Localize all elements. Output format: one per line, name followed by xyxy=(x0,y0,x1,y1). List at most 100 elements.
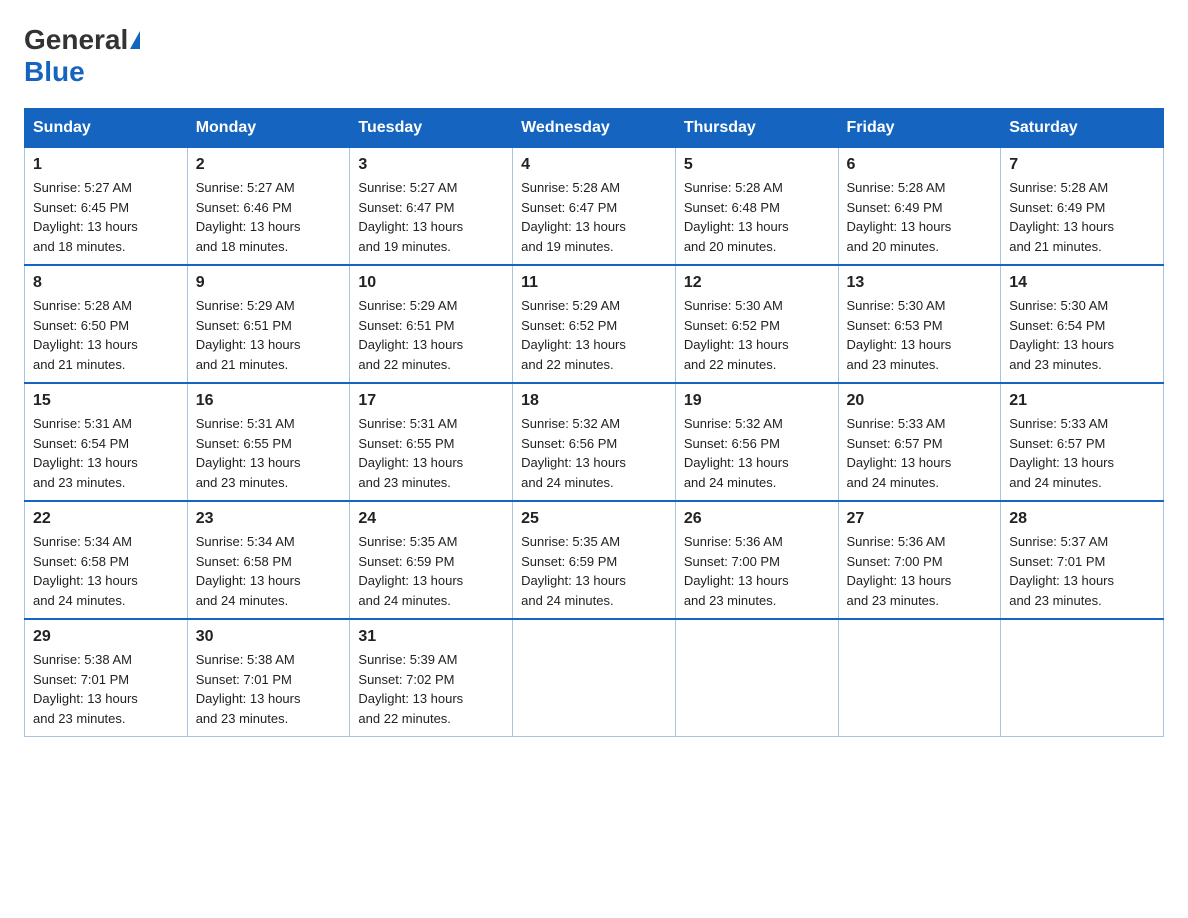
calendar-cell: 15 Sunrise: 5:31 AMSunset: 6:54 PMDayligh… xyxy=(25,383,188,501)
calendar-header-row: SundayMondayTuesdayWednesdayThursdayFrid… xyxy=(25,109,1164,148)
day-info: Sunrise: 5:29 AMSunset: 6:51 PMDaylight:… xyxy=(358,296,504,374)
day-number: 25 xyxy=(521,510,667,528)
calendar-cell: 14 Sunrise: 5:30 AMSunset: 6:54 PMDayligh… xyxy=(1001,265,1164,383)
calendar-cell: 8 Sunrise: 5:28 AMSunset: 6:50 PMDaylight… xyxy=(25,265,188,383)
calendar-cell: 4 Sunrise: 5:28 AMSunset: 6:47 PMDaylight… xyxy=(513,148,676,266)
day-number: 4 xyxy=(521,156,667,174)
day-number: 16 xyxy=(196,392,342,410)
day-number: 10 xyxy=(358,274,504,292)
day-info: Sunrise: 5:30 AMSunset: 6:52 PMDaylight:… xyxy=(684,296,830,374)
calendar-cell xyxy=(675,619,838,737)
day-number: 17 xyxy=(358,392,504,410)
calendar-week-row: 1 Sunrise: 5:27 AMSunset: 6:45 PMDaylight… xyxy=(25,148,1164,266)
day-number: 30 xyxy=(196,628,342,646)
calendar-cell: 11 Sunrise: 5:29 AMSunset: 6:52 PMDayligh… xyxy=(513,265,676,383)
day-number: 6 xyxy=(847,156,993,174)
calendar-cell xyxy=(838,619,1001,737)
day-info: Sunrise: 5:38 AMSunset: 7:01 PMDaylight:… xyxy=(33,650,179,728)
calendar-header-saturday: Saturday xyxy=(1001,109,1164,148)
calendar-cell: 1 Sunrise: 5:27 AMSunset: 6:45 PMDaylight… xyxy=(25,148,188,266)
day-number: 31 xyxy=(358,628,504,646)
day-number: 29 xyxy=(33,628,179,646)
calendar-cell: 22 Sunrise: 5:34 AMSunset: 6:58 PMDayligh… xyxy=(25,501,188,619)
day-info: Sunrise: 5:28 AMSunset: 6:49 PMDaylight:… xyxy=(1009,178,1155,256)
day-number: 8 xyxy=(33,274,179,292)
calendar-week-row: 8 Sunrise: 5:28 AMSunset: 6:50 PMDaylight… xyxy=(25,265,1164,383)
calendar-cell: 3Sunrise: 5:27 AMSunset: 6:47 PMDaylight… xyxy=(350,148,513,266)
day-info: Sunrise: 5:31 AMSunset: 6:54 PMDaylight:… xyxy=(33,414,179,492)
day-number: 23 xyxy=(196,510,342,528)
calendar-cell: 17 Sunrise: 5:31 AMSunset: 6:55 PMDayligh… xyxy=(350,383,513,501)
day-number: 11 xyxy=(521,274,667,292)
calendar-cell: 30 Sunrise: 5:38 AMSunset: 7:01 PMDayligh… xyxy=(187,619,350,737)
logo-blue-text: Blue xyxy=(24,56,85,88)
day-info: Sunrise: 5:28 AMSunset: 6:47 PMDaylight:… xyxy=(521,178,667,256)
day-info: Sunrise: 5:31 AMSunset: 6:55 PMDaylight:… xyxy=(196,414,342,492)
day-info: Sunrise: 5:32 AMSunset: 6:56 PMDaylight:… xyxy=(684,414,830,492)
day-info: Sunrise: 5:32 AMSunset: 6:56 PMDaylight:… xyxy=(521,414,667,492)
day-number: 27 xyxy=(847,510,993,528)
calendar-cell: 13 Sunrise: 5:30 AMSunset: 6:53 PMDayligh… xyxy=(838,265,1001,383)
day-info: Sunrise: 5:27 AMSunset: 6:45 PMDaylight:… xyxy=(33,178,179,256)
day-number: 12 xyxy=(684,274,830,292)
day-number: 14 xyxy=(1009,274,1155,292)
day-info: Sunrise: 5:28 AMSunset: 6:49 PMDaylight:… xyxy=(847,178,993,256)
calendar-cell: 25 Sunrise: 5:35 AMSunset: 6:59 PMDayligh… xyxy=(513,501,676,619)
calendar-week-row: 15 Sunrise: 5:31 AMSunset: 6:54 PMDayligh… xyxy=(25,383,1164,501)
day-number: 21 xyxy=(1009,392,1155,410)
calendar-cell: 23 Sunrise: 5:34 AMSunset: 6:58 PMDayligh… xyxy=(187,501,350,619)
day-number: 15 xyxy=(33,392,179,410)
calendar-cell xyxy=(1001,619,1164,737)
day-info: Sunrise: 5:35 AMSunset: 6:59 PMDaylight:… xyxy=(521,532,667,610)
calendar-cell: 9 Sunrise: 5:29 AMSunset: 6:51 PMDaylight… xyxy=(187,265,350,383)
day-info: Sunrise: 5:31 AMSunset: 6:55 PMDaylight:… xyxy=(358,414,504,492)
calendar-cell: 6 Sunrise: 5:28 AMSunset: 6:49 PMDaylight… xyxy=(838,148,1001,266)
day-info: Sunrise: 5:29 AMSunset: 6:51 PMDaylight:… xyxy=(196,296,342,374)
logo-triangle-icon xyxy=(130,31,140,49)
day-info: Sunrise: 5:30 AMSunset: 6:54 PMDaylight:… xyxy=(1009,296,1155,374)
calendar-cell xyxy=(513,619,676,737)
day-info: Sunrise: 5:29 AMSunset: 6:52 PMDaylight:… xyxy=(521,296,667,374)
day-info: Sunrise: 5:36 AMSunset: 7:00 PMDaylight:… xyxy=(847,532,993,610)
calendar-week-row: 22 Sunrise: 5:34 AMSunset: 6:58 PMDayligh… xyxy=(25,501,1164,619)
day-number: 26 xyxy=(684,510,830,528)
day-number: 22 xyxy=(33,510,179,528)
day-number: 2 xyxy=(196,156,342,174)
calendar-week-row: 29 Sunrise: 5:38 AMSunset: 7:01 PMDayligh… xyxy=(25,619,1164,737)
calendar-header-wednesday: Wednesday xyxy=(513,109,676,148)
calendar-header-tuesday: Tuesday xyxy=(350,109,513,148)
day-number: 24 xyxy=(358,510,504,528)
day-number: 5 xyxy=(684,156,830,174)
day-number: 7 xyxy=(1009,156,1155,174)
calendar-cell: 26Sunrise: 5:36 AMSunset: 7:00 PMDayligh… xyxy=(675,501,838,619)
calendar-cell: 19 Sunrise: 5:32 AMSunset: 6:56 PMDayligh… xyxy=(675,383,838,501)
day-number: 19 xyxy=(684,392,830,410)
calendar-cell: 5 Sunrise: 5:28 AMSunset: 6:48 PMDaylight… xyxy=(675,148,838,266)
day-number: 18 xyxy=(521,392,667,410)
page-header: General Blue xyxy=(24,24,1164,88)
day-number: 9 xyxy=(196,274,342,292)
day-info: Sunrise: 5:27 AMSunset: 6:47 PMDaylight:… xyxy=(358,178,504,256)
day-info: Sunrise: 5:35 AMSunset: 6:59 PMDaylight:… xyxy=(358,532,504,610)
day-info: Sunrise: 5:34 AMSunset: 6:58 PMDaylight:… xyxy=(33,532,179,610)
logo-general-text: General xyxy=(24,24,128,56)
day-info: Sunrise: 5:34 AMSunset: 6:58 PMDaylight:… xyxy=(196,532,342,610)
day-info: Sunrise: 5:28 AMSunset: 6:48 PMDaylight:… xyxy=(684,178,830,256)
day-number: 1 xyxy=(33,156,179,174)
calendar-header-monday: Monday xyxy=(187,109,350,148)
calendar-cell: 31 Sunrise: 5:39 AMSunset: 7:02 PMDayligh… xyxy=(350,619,513,737)
calendar-cell: 27 Sunrise: 5:36 AMSunset: 7:00 PMDayligh… xyxy=(838,501,1001,619)
day-info: Sunrise: 5:28 AMSunset: 6:50 PMDaylight:… xyxy=(33,296,179,374)
day-info: Sunrise: 5:30 AMSunset: 6:53 PMDaylight:… xyxy=(847,296,993,374)
day-info: Sunrise: 5:38 AMSunset: 7:01 PMDaylight:… xyxy=(196,650,342,728)
calendar-cell: 12 Sunrise: 5:30 AMSunset: 6:52 PMDayligh… xyxy=(675,265,838,383)
calendar-cell: 29 Sunrise: 5:38 AMSunset: 7:01 PMDayligh… xyxy=(25,619,188,737)
calendar-cell: 10 Sunrise: 5:29 AMSunset: 6:51 PMDayligh… xyxy=(350,265,513,383)
calendar-cell: 18 Sunrise: 5:32 AMSunset: 6:56 PMDayligh… xyxy=(513,383,676,501)
day-info: Sunrise: 5:27 AMSunset: 6:46 PMDaylight:… xyxy=(196,178,342,256)
calendar-cell: 21Sunrise: 5:33 AMSunset: 6:57 PMDayligh… xyxy=(1001,383,1164,501)
day-number: 13 xyxy=(847,274,993,292)
calendar-cell: 7 Sunrise: 5:28 AMSunset: 6:49 PMDaylight… xyxy=(1001,148,1164,266)
calendar-cell: 28Sunrise: 5:37 AMSunset: 7:01 PMDayligh… xyxy=(1001,501,1164,619)
day-info: Sunrise: 5:39 AMSunset: 7:02 PMDaylight:… xyxy=(358,650,504,728)
